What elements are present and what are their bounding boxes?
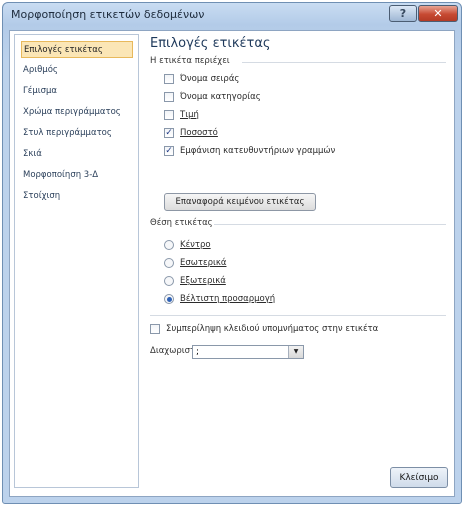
help-button[interactable]: ? bbox=[389, 5, 417, 22]
checkbox-series-name[interactable]: Όνομα σειράς bbox=[164, 72, 239, 86]
radio-button[interactable] bbox=[164, 276, 174, 286]
checkbox-label: Ποσοστό bbox=[180, 128, 218, 138]
checkbox-label: Συμπερίληψη κλειδιού υπομνήματος στην ετ… bbox=[166, 324, 379, 334]
sidebar-item-border-style[interactable]: Στυλ περιγράμματος bbox=[21, 125, 133, 142]
radio-best-fit[interactable]: Βέλτιστη προσαρμογή bbox=[164, 292, 275, 306]
checkbox-label: Τιμή bbox=[180, 110, 199, 120]
section-divider bbox=[242, 62, 446, 63]
separator-select[interactable]: ; ▼ bbox=[192, 345, 304, 359]
dialog-window: Μορφοποίηση ετικετών δεδομένων ? ✕ Επιλο… bbox=[2, 2, 462, 504]
chevron-down-icon[interactable]: ▼ bbox=[288, 346, 303, 358]
radio-button[interactable] bbox=[164, 240, 174, 250]
radio-outside-end[interactable]: Εξωτερικά bbox=[164, 274, 226, 288]
radio-center[interactable]: Κέντρο bbox=[164, 238, 211, 252]
sidebar-item-alignment[interactable]: Στοίχιση bbox=[21, 188, 133, 205]
checkbox-box[interactable] bbox=[164, 74, 174, 84]
label-position-heading: Θέση ετικέτας bbox=[150, 218, 213, 228]
window-close-button[interactable]: ✕ bbox=[418, 5, 458, 22]
sidebar-item-shadow[interactable]: Σκιά bbox=[21, 146, 133, 163]
page-title: Επιλογές ετικέτας bbox=[150, 36, 271, 51]
checkbox-category-name[interactable]: Όνομα κατηγορίας bbox=[164, 90, 261, 104]
help-icon: ? bbox=[399, 7, 407, 20]
sidebar-item-fill[interactable]: Γέμισμα bbox=[21, 83, 133, 100]
checkbox-label: Όνομα κατηγορίας bbox=[180, 92, 261, 102]
sidebar-item-3d-format[interactable]: Μορφοποίηση 3-Δ bbox=[21, 167, 133, 184]
check-icon[interactable]: ✓ bbox=[164, 146, 174, 156]
checkbox-label: Εμφάνιση κατευθυντήριων γραμμών bbox=[180, 146, 336, 156]
title-bar[interactable]: Μορφοποίηση ετικετών δεδομένων ? ✕ bbox=[3, 3, 461, 29]
check-icon[interactable]: ✓ bbox=[164, 128, 174, 138]
sidebar-item-label-options[interactable]: Επιλογές ετικέτας bbox=[21, 41, 133, 58]
checkbox-box[interactable] bbox=[164, 110, 174, 120]
separator-value: ; bbox=[196, 347, 200, 357]
radio-button-selected[interactable] bbox=[164, 294, 174, 304]
close-icon: ✕ bbox=[433, 7, 443, 20]
radio-inside-end[interactable]: Εσωτερικά bbox=[164, 256, 226, 270]
sidebar-item-border-color[interactable]: Χρώμα περιγράμματος bbox=[21, 104, 133, 121]
radio-label: Εσωτερικά bbox=[180, 258, 227, 268]
radio-label: Βέλτιστη προσαρμογή bbox=[180, 294, 276, 304]
checkbox-leader-lines[interactable]: ✓ Εμφάνιση κατευθυντήριων γραμμών bbox=[164, 144, 335, 158]
checkbox-percentage[interactable]: ✓ Ποσοστό bbox=[164, 126, 218, 140]
close-button[interactable]: Κλείσιμο bbox=[390, 467, 448, 488]
checkbox-label: Όνομα σειράς bbox=[180, 74, 240, 84]
checkbox-box[interactable] bbox=[164, 92, 174, 102]
dialog-client-area: Επιλογές ετικέτας Αριθμός Γέμισμα Χρώμα … bbox=[9, 30, 455, 497]
window-title: Μορφοποίηση ετικετών δεδομένων bbox=[11, 8, 205, 21]
radio-button[interactable] bbox=[164, 258, 174, 268]
section-divider bbox=[150, 315, 446, 316]
sidebar-item-number[interactable]: Αριθμός bbox=[21, 62, 133, 79]
label-contains-heading: Η ετικέτα περιέχει bbox=[150, 56, 230, 66]
checkbox-value[interactable]: Τιμή bbox=[164, 108, 199, 122]
checkbox-legend-key[interactable]: Συμπερίληψη κλειδιού υπομνήματος στην ετ… bbox=[150, 322, 378, 336]
radio-label: Κέντρο bbox=[180, 240, 211, 250]
reset-label-text-button[interactable]: Επαναφορά κειμένου ετικέτας bbox=[164, 193, 316, 211]
radio-dot bbox=[166, 296, 172, 302]
category-sidebar: Επιλογές ετικέτας Αριθμός Γέμισμα Χρώμα … bbox=[14, 34, 139, 488]
label-options-panel: Επιλογές ετικέτας Η ετικέτα περιέχει Όνο… bbox=[144, 34, 452, 484]
checkbox-box[interactable] bbox=[150, 324, 160, 334]
radio-label: Εξωτερικά bbox=[180, 276, 226, 286]
section-divider bbox=[214, 224, 446, 225]
